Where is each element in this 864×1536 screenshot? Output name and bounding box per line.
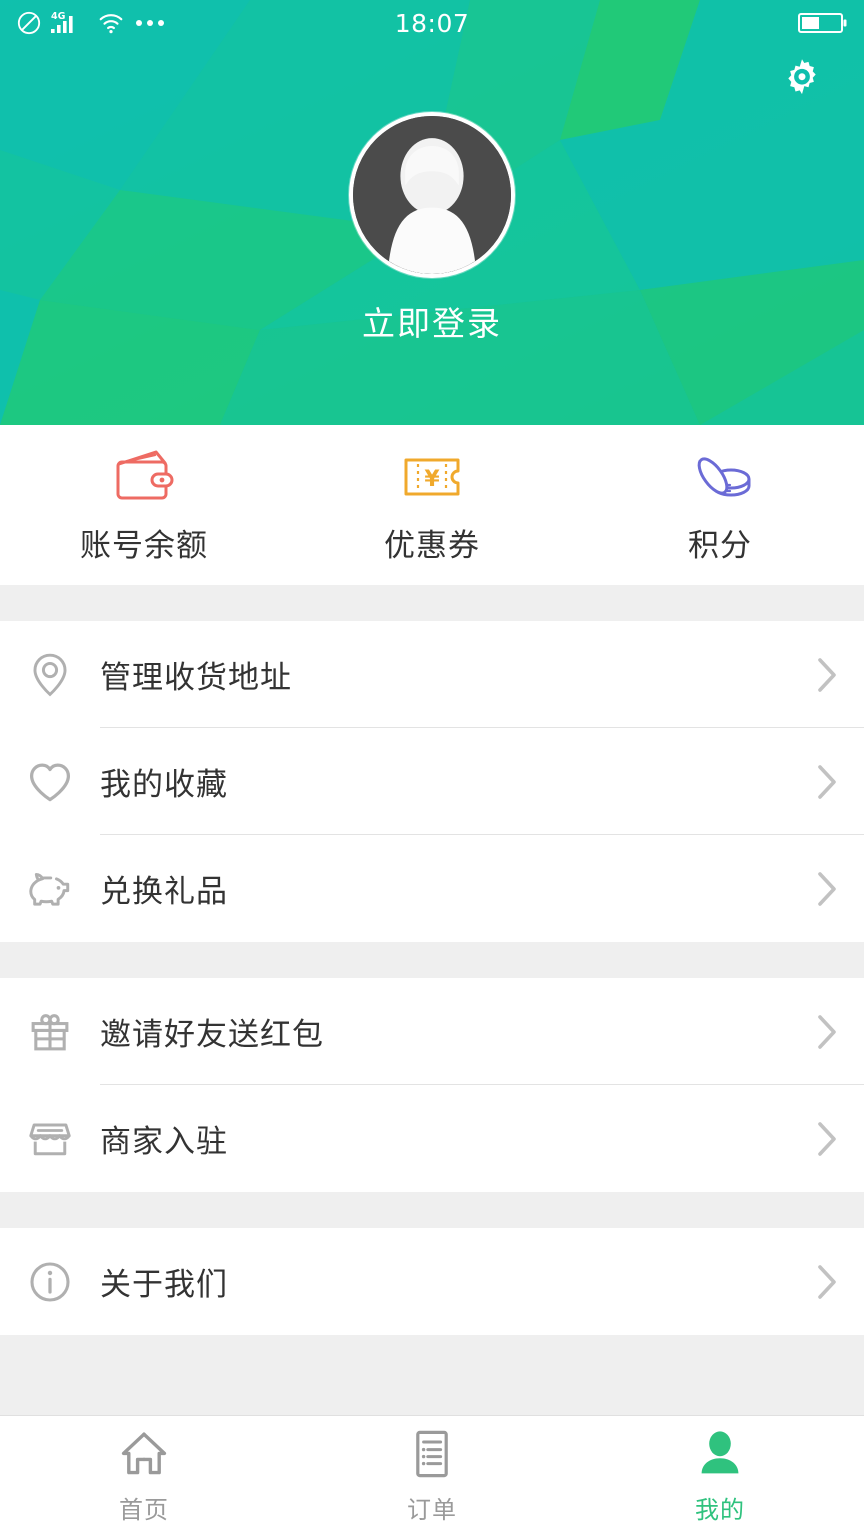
app-screen: 4G 18:07 立即登录 账号余额 ¥ 优惠券 积分 管理收货地址 我的收藏 … [0,0,864,1536]
tab-label: 首页 [119,1496,169,1524]
chevron-right-icon [790,655,864,695]
gear-icon [788,59,816,95]
avatar-circle [349,112,515,278]
coupon-icon: ¥ [399,446,465,504]
tab-label: 我的 [695,1496,745,1524]
quick-action-coupon[interactable]: ¥ 优惠券 [288,446,576,565]
bottom-navigation: 首页 订单 我的 [0,1415,864,1536]
settings-button[interactable] [776,52,828,104]
do-not-disturb-icon [17,11,41,35]
status-right-icons [798,10,848,36]
avatar[interactable] [349,112,515,278]
chevron-right-icon [790,1262,864,1302]
info-circle-icon [0,1259,100,1305]
svg-text:¥: ¥ [424,467,440,492]
section-gap [0,942,864,978]
chevron-right-icon [790,1119,864,1159]
location-pin-icon [0,651,100,699]
menu-item-label: 兑换礼品 [100,874,228,910]
quick-action-label: 积分 [688,527,752,564]
default-avatar-icon [353,116,511,274]
wallet-icon [110,446,178,504]
menu-item-merchant-entry[interactable]: 商家入驻 [0,1085,864,1192]
menu-group-2: 邀请好友送红包 商家入驻 [0,978,864,1192]
quick-action-balance[interactable]: 账号余额 [0,446,288,565]
menu-group-3: 关于我们 [0,1228,864,1335]
menu-item-label: 我的收藏 [100,767,228,803]
gift-icon [0,1009,100,1055]
menu-item-redeem-gift[interactable]: 兑换礼品 [0,835,864,942]
order-list-icon [409,1427,455,1481]
svg-text:4G: 4G [51,11,66,22]
menu-group-1: 管理收货地址 我的收藏 兑换礼品 [0,621,864,942]
quick-actions: 账号余额 ¥ 优惠券 积分 [0,425,864,585]
tab-home[interactable]: 首页 [0,1427,288,1525]
piggy-bank-icon [0,867,100,911]
menu-item-manage-address[interactable]: 管理收货地址 [0,621,864,728]
quick-action-points[interactable]: 积分 [576,446,864,565]
chevron-right-icon [790,1012,864,1052]
section-gap [0,1192,864,1228]
person-icon [696,1427,744,1481]
menu-item-label: 管理收货地址 [100,660,292,696]
menu-item-invite-friends[interactable]: 邀请好友送红包 [0,978,864,1085]
menu-item-label: 关于我们 [100,1267,228,1303]
status-bar: 4G 18:07 [0,0,864,46]
chevron-right-icon [790,762,864,802]
chevron-right-icon [790,869,864,909]
heart-icon [0,760,100,804]
signal-icon: 4G [51,11,73,33]
profile-header: 4G 18:07 立即登录 [0,0,864,425]
tab-label: 订单 [407,1496,457,1524]
menu-item-about-us[interactable]: 关于我们 [0,1228,864,1335]
tab-mine[interactable]: 我的 [576,1427,864,1525]
store-icon [0,1117,100,1161]
quick-action-label: 账号余额 [80,527,208,564]
home-icon [118,1427,170,1481]
section-gap [0,585,864,621]
battery-icon [798,13,847,33]
wifi-icon [99,14,123,34]
status-left-icons: 4G [16,10,167,36]
coins-icon [685,446,755,504]
tab-orders[interactable]: 订单 [288,1427,576,1525]
menu-item-label: 商家入驻 [100,1124,228,1160]
menu-item-label: 邀请好友送红包 [100,1017,324,1053]
login-label[interactable]: 立即登录 [0,297,864,345]
more-icon [136,20,164,26]
quick-action-label: 优惠券 [384,527,480,564]
menu-item-my-favorites[interactable]: 我的收藏 [0,728,864,835]
